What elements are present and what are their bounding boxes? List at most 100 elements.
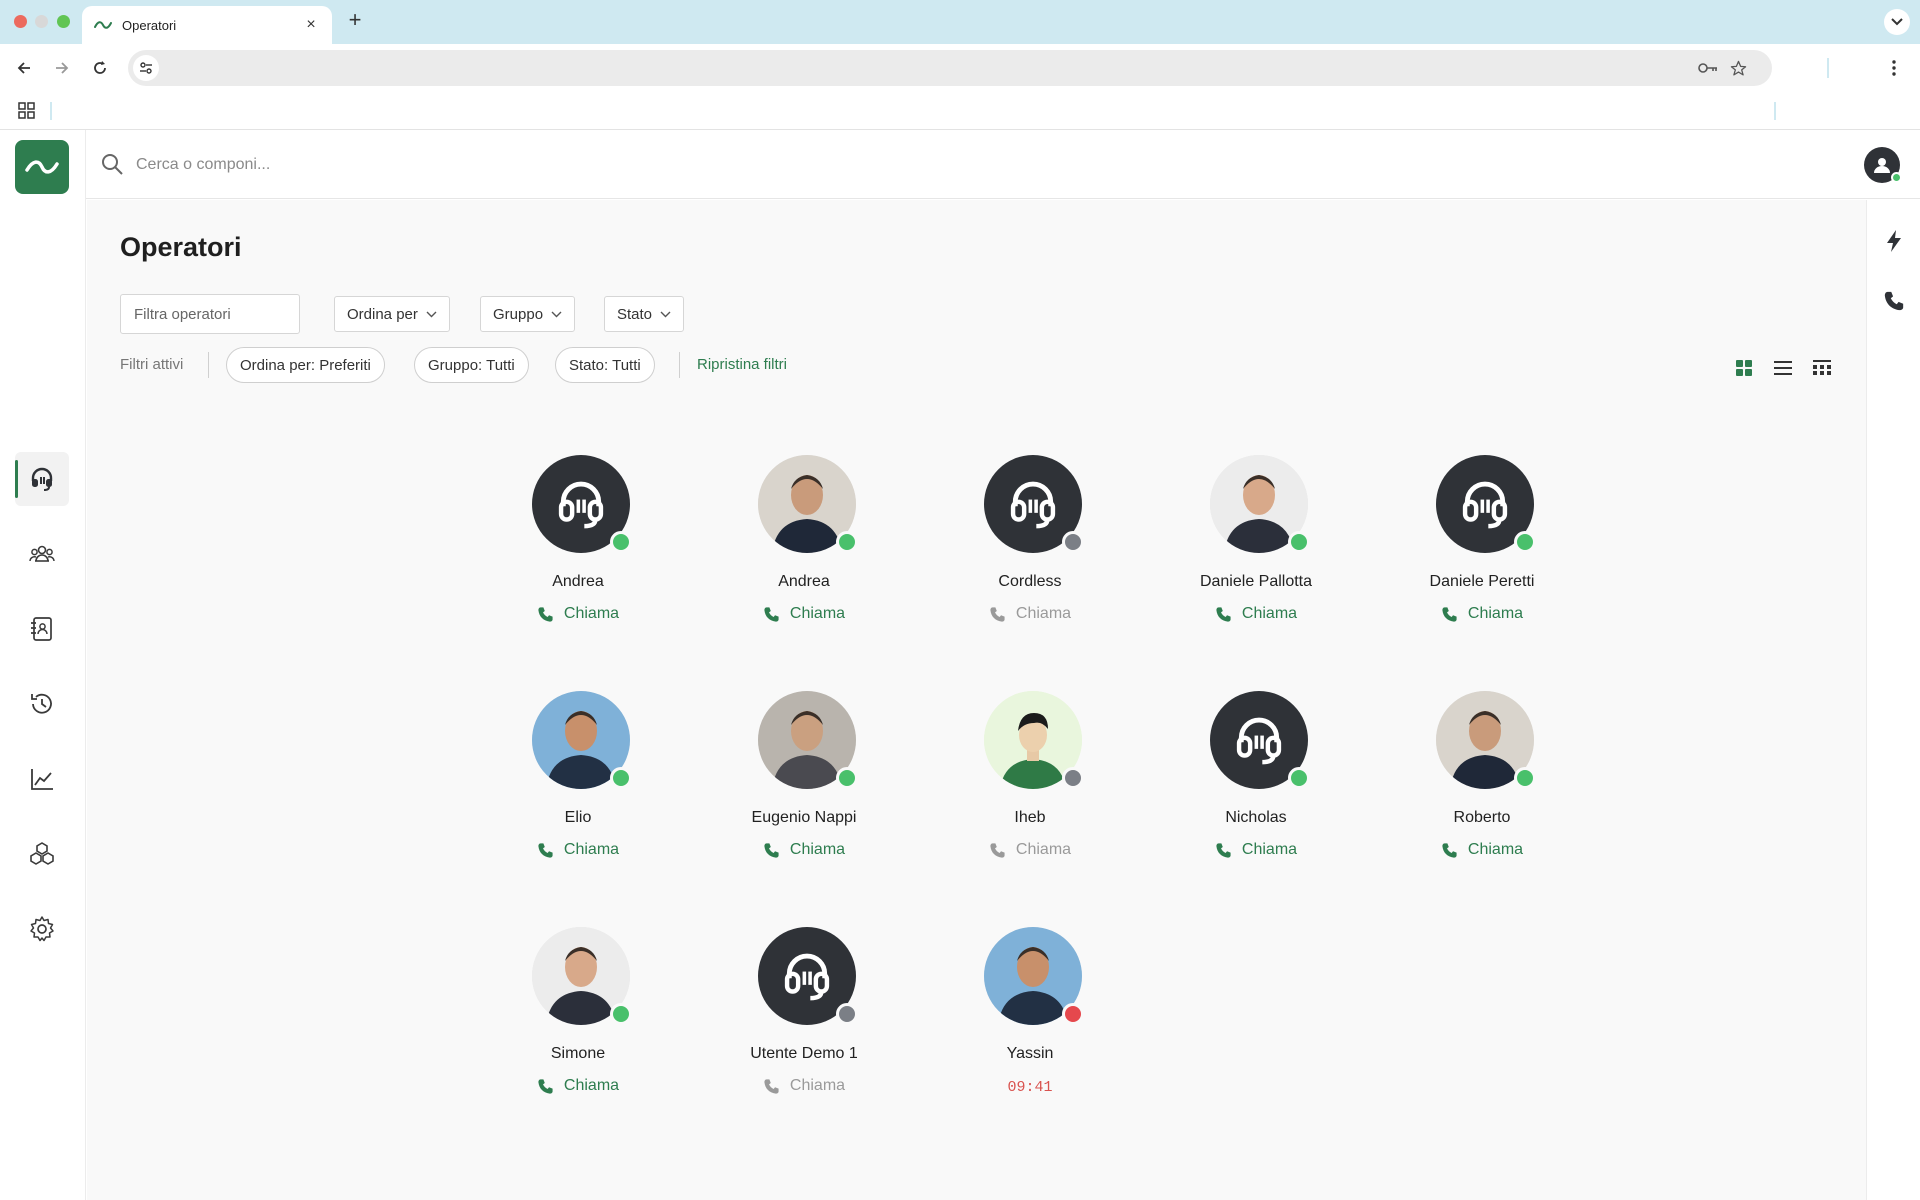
call-button[interactable]: Chiama <box>465 1077 691 1095</box>
sidebar-item-apps[interactable] <box>15 827 69 881</box>
operator-name: Andrea <box>552 573 604 590</box>
bookmarks-divider <box>50 102 52 120</box>
sidebar-item-operators[interactable] <box>15 452 69 506</box>
phone-icon <box>763 605 781 623</box>
new-tab-button[interactable]: + <box>342 8 368 34</box>
bookmark-star-icon[interactable] <box>1728 58 1748 78</box>
operator-card[interactable]: Cordless Chiama <box>917 455 1143 655</box>
chevron-down-icon <box>660 311 671 318</box>
call-button[interactable]: Chiama <box>691 841 917 859</box>
group-dropdown[interactable]: Gruppo <box>480 296 576 332</box>
filter-chip-status[interactable]: Stato: Tutti <box>555 347 655 383</box>
apps-grid-icon[interactable] <box>18 102 35 124</box>
grid-view-button[interactable] <box>1732 356 1756 380</box>
more-vertical-icon <box>1892 60 1896 76</box>
sidebar-item-phonebook[interactable] <box>15 602 69 656</box>
filter-operators-input[interactable] <box>120 294 300 334</box>
address-bar[interactable] <box>128 50 1772 86</box>
back-button[interactable] <box>10 54 38 82</box>
sidebar-item-history[interactable] <box>15 677 69 731</box>
filter-chip-group[interactable]: Gruppo: Tutti <box>414 347 529 383</box>
status-indicator <box>1062 1003 1084 1025</box>
status-indicator <box>1288 531 1310 553</box>
call-button[interactable]: Chiama <box>917 841 1143 859</box>
list-view-icon <box>1774 361 1792 375</box>
operator-card[interactable]: Yassin 09:41 <box>917 927 1143 1127</box>
right-sidebar <box>1866 200 1920 1200</box>
operator-name: Iheb <box>1014 809 1046 826</box>
headset-icon <box>1462 481 1508 529</box>
list-view-button[interactable] <box>1771 356 1795 380</box>
filter-chip-sort[interactable]: Ordina per: Preferiti <box>226 347 385 383</box>
operator-card[interactable]: Iheb Chiama <box>917 691 1143 891</box>
window-minimize-button[interactable] <box>35 15 48 28</box>
chip-label: Ordina per: Preferiti <box>240 356 371 374</box>
call-button[interactable]: Chiama <box>691 1077 917 1095</box>
status-indicator <box>1062 531 1084 553</box>
phone-icon <box>537 1077 555 1095</box>
main-content: Operatori Ordina per Gruppo Stato Filtri… <box>87 200 1866 1200</box>
call-button[interactable]: Chiama <box>691 605 917 623</box>
call-label: Chiama <box>1467 841 1524 858</box>
window-close-button[interactable] <box>14 15 27 28</box>
headset-icon <box>1236 717 1282 765</box>
operator-name: Yassin <box>1006 1045 1054 1062</box>
dropdown-label: Gruppo <box>493 305 544 323</box>
tab-search-button[interactable] <box>1884 9 1910 35</box>
browser-tab[interactable]: Operatori × <box>82 6 332 44</box>
close-tab-icon[interactable]: × <box>302 16 320 34</box>
operator-name: Nicholas <box>1225 809 1287 826</box>
password-key-icon[interactable] <box>1698 58 1718 78</box>
sidebar-item-users[interactable] <box>15 527 69 581</box>
reset-filters-link[interactable]: Ripristina filtri <box>697 356 787 373</box>
call-button[interactable]: Chiama <box>1143 605 1369 623</box>
phone-panel-button[interactable] <box>1879 286 1909 316</box>
operator-card[interactable]: Elio Chiama <box>465 691 691 891</box>
status-indicator <box>610 531 632 553</box>
call-button[interactable]: Chiama <box>1369 605 1595 623</box>
status-dropdown[interactable]: Stato <box>604 296 685 332</box>
operator-name: Cordless <box>998 573 1062 590</box>
operator-card[interactable]: Andrea Chiama <box>465 455 691 655</box>
operator-card[interactable]: Nicholas Chiama <box>1143 691 1369 891</box>
operator-card[interactable]: Daniele Pallotta Chiama <box>1143 455 1369 655</box>
operator-card[interactable]: Roberto Chiama <box>1369 691 1595 891</box>
browser-menu-button[interactable] <box>1882 56 1906 80</box>
window-zoom-button[interactable] <box>57 15 70 28</box>
call-button[interactable]: Chiama <box>465 841 691 859</box>
call-button[interactable]: Chiama <box>1143 841 1369 859</box>
operator-card[interactable]: Simone Chiama <box>465 927 691 1127</box>
sidebar-item-statistics[interactable] <box>15 752 69 806</box>
search-input[interactable] <box>136 148 736 182</box>
call-label: Chiama <box>789 605 846 622</box>
page-title: Operatori <box>120 232 242 262</box>
user-status-indicator <box>1891 172 1902 183</box>
bookmarks-divider <box>1774 102 1776 120</box>
user-icon <box>1874 158 1890 173</box>
operator-card[interactable]: Eugenio Nappi Chiama <box>691 691 917 891</box>
headset-icon <box>784 953 830 1001</box>
reload-icon <box>94 61 106 74</box>
call-button[interactable]: Chiama <box>1369 841 1595 859</box>
phone-icon <box>537 841 555 859</box>
operator-card[interactable]: Utente Demo 1 Chiama <box>691 927 917 1127</box>
sort-by-dropdown[interactable]: Ordina per <box>334 296 450 332</box>
toolbar-divider <box>1827 58 1829 78</box>
call-label: Chiama <box>789 1077 846 1094</box>
call-label: Chiama <box>789 841 846 858</box>
operator-card[interactable]: Daniele Peretti Chiama <box>1369 455 1595 655</box>
app-logo[interactable] <box>15 140 69 194</box>
phonebook-icon <box>31 617 52 641</box>
headset-icon <box>558 481 604 529</box>
call-button[interactable]: Chiama <box>917 605 1143 623</box>
sidebar-item-settings[interactable] <box>15 902 69 956</box>
bookmarks-bar <box>0 92 1920 130</box>
call-label: Chiama <box>1241 605 1298 622</box>
call-button[interactable]: Chiama <box>465 605 691 623</box>
forward-button[interactable] <box>48 54 76 82</box>
site-settings-icon[interactable] <box>133 55 159 81</box>
compact-view-button[interactable] <box>1810 356 1834 380</box>
quick-actions-button[interactable] <box>1879 226 1909 256</box>
operator-card[interactable]: Andrea Chiama <box>691 455 917 655</box>
reload-button[interactable] <box>86 54 114 82</box>
